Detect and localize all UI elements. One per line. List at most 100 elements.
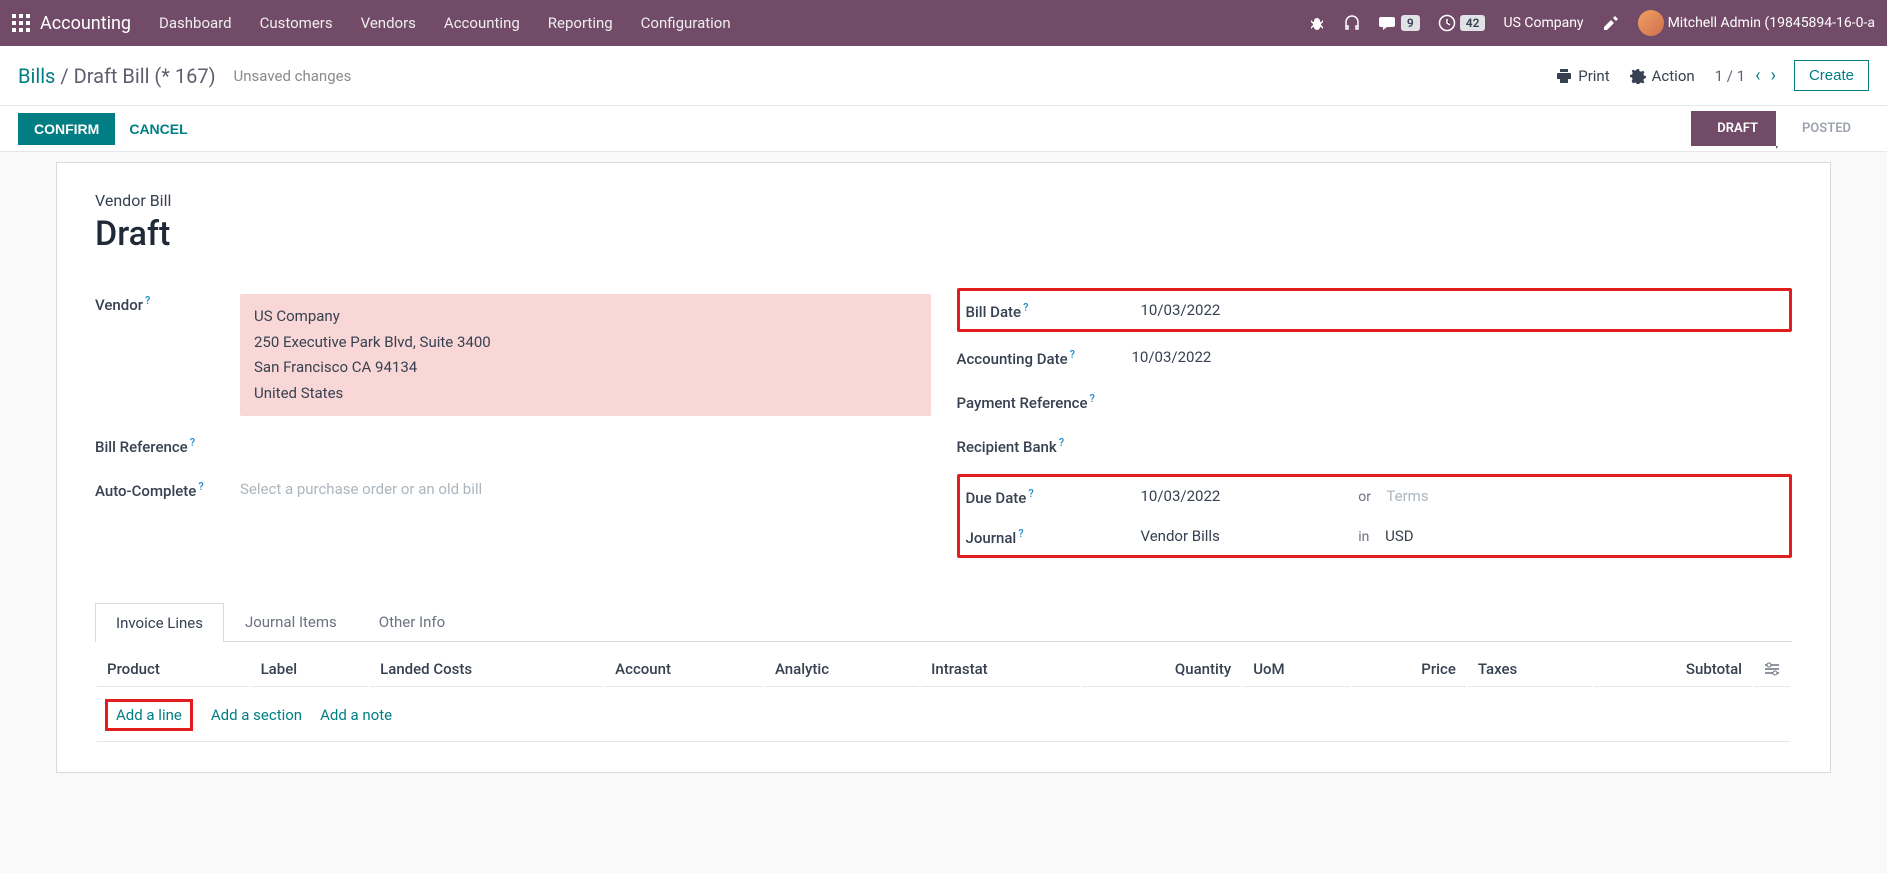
form-sheet: Vendor Bill Draft Vendor? US Company 250…	[56, 162, 1831, 773]
journal-value[interactable]: Vendor Bills in USD	[1141, 521, 1784, 545]
status-stages: DRAFT POSTED	[1691, 111, 1869, 146]
confirm-button[interactable]: CONFIRM	[18, 113, 115, 145]
breadcrumb: Bills / Draft Bill (* 167)	[18, 64, 216, 88]
form-right-column: Bill Date? 10/03/2022 Accounting Date? 1…	[957, 288, 1793, 568]
vendor-value[interactable]: US Company 250 Executive Park Blvd, Suit…	[240, 294, 931, 416]
journal-label: Journal?	[966, 521, 1141, 547]
recipient-bank-label: Recipient Bank?	[957, 430, 1132, 456]
add-line-link[interactable]: Add a line	[116, 706, 182, 724]
col-label[interactable]: Label	[251, 652, 369, 687]
menu-vendors[interactable]: Vendors	[361, 14, 416, 32]
menu-customers[interactable]: Customers	[260, 14, 333, 32]
pager: 1 / 1 ‹ ›	[1715, 65, 1776, 86]
breadcrumb-current: Draft Bill (* 167)	[74, 64, 216, 88]
user-menu[interactable]: Mitchell Admin (19845894-16-0-a	[1638, 10, 1875, 36]
invoice-lines-table: Product Label Landed Costs Account Analy…	[95, 650, 1792, 744]
tools-icon[interactable]	[1602, 14, 1620, 32]
field-vendor: Vendor? US Company 250 Executive Park Bl…	[95, 288, 931, 416]
accounting-date-label: Accounting Date?	[957, 342, 1132, 368]
unsaved-indicator: Unsaved changes	[234, 67, 352, 85]
create-button[interactable]: Create	[1794, 60, 1869, 91]
avatar	[1638, 10, 1664, 36]
tab-invoice-lines[interactable]: Invoice Lines	[95, 603, 224, 642]
bill-date-label: Bill Date?	[966, 295, 1141, 321]
menu-dashboard[interactable]: Dashboard	[159, 14, 232, 32]
due-date-label: Due Date?	[966, 481, 1141, 507]
col-subtotal[interactable]: Subtotal	[1594, 652, 1752, 687]
vendor-name: US Company	[254, 304, 917, 330]
bill-date-value[interactable]: 10/03/2022	[1141, 295, 1784, 319]
support-icon[interactable]	[1343, 14, 1361, 32]
print-button[interactable]: Print	[1556, 67, 1609, 85]
vendor-country: United States	[254, 381, 917, 407]
due-date-value[interactable]: 10/03/2022 or Terms	[1141, 481, 1784, 505]
tab-journal-items[interactable]: Journal Items	[224, 602, 358, 641]
accounting-date-value[interactable]: 10/03/2022	[1132, 342, 1793, 366]
field-payment-reference: Payment Reference?	[957, 386, 1793, 416]
currency-value[interactable]: USD	[1385, 527, 1413, 545]
stage-draft[interactable]: DRAFT	[1691, 111, 1776, 146]
field-recipient-bank: Recipient Bank?	[957, 430, 1793, 460]
messages-icon[interactable]: 9	[1379, 15, 1420, 31]
doc-title: Draft	[95, 214, 1792, 254]
vendor-city: San Francisco CA 94134	[254, 355, 917, 381]
company-switcher[interactable]: US Company	[1503, 15, 1583, 31]
col-analytic[interactable]: Analytic	[765, 652, 919, 687]
vendor-street: 250 Executive Park Blvd, Suite 3400	[254, 330, 917, 356]
field-bill-date: Bill Date? 10/03/2022	[966, 295, 1784, 325]
col-landed[interactable]: Landed Costs	[370, 652, 603, 687]
top-nav: Accounting Dashboard Customers Vendors A…	[0, 0, 1887, 46]
col-options[interactable]	[1754, 652, 1790, 687]
menu-accounting[interactable]: Accounting	[444, 14, 520, 32]
messages-badge: 9	[1401, 15, 1420, 31]
payment-reference-value[interactable]	[1132, 386, 1793, 392]
menu-configuration[interactable]: Configuration	[641, 14, 731, 32]
pager-text: 1 / 1	[1715, 67, 1746, 85]
cancel-button[interactable]: CANCEL	[115, 113, 201, 145]
col-intrastat[interactable]: Intrastat	[921, 652, 1080, 687]
breadcrumb-parent[interactable]: Bills	[18, 64, 55, 88]
app-title[interactable]: Accounting	[40, 13, 131, 34]
pager-prev[interactable]: ‹	[1755, 65, 1760, 86]
col-price[interactable]: Price	[1352, 652, 1466, 687]
field-autocomplete: Auto-Complete? Select a purchase order o…	[95, 474, 931, 504]
highlight-add-line: Add a line	[105, 699, 193, 731]
col-taxes[interactable]: Taxes	[1468, 652, 1592, 687]
autocomplete-input[interactable]: Select a purchase order or an old bill	[240, 474, 931, 498]
pager-next[interactable]: ›	[1771, 65, 1776, 86]
stage-posted[interactable]: POSTED	[1776, 111, 1869, 146]
vendor-label: Vendor?	[95, 288, 240, 314]
status-bar: CONFIRM CANCEL DRAFT POSTED	[0, 106, 1887, 152]
tabs: Invoice Lines Journal Items Other Info	[95, 602, 1792, 642]
main-menu: Dashboard Customers Vendors Accounting R…	[159, 14, 1309, 32]
print-icon	[1556, 68, 1572, 84]
action-button[interactable]: Action	[1630, 67, 1695, 85]
recipient-bank-value[interactable]	[1132, 430, 1793, 436]
field-journal: Journal? Vendor Bills in USD	[966, 521, 1784, 551]
menu-reporting[interactable]: Reporting	[548, 14, 613, 32]
col-uom[interactable]: UoM	[1243, 652, 1350, 687]
add-section-link[interactable]: Add a section	[211, 706, 302, 724]
control-bar: Bills / Draft Bill (* 167) Unsaved chang…	[0, 46, 1887, 106]
add-note-link[interactable]: Add a note	[320, 706, 392, 724]
form-left-column: Vendor? US Company 250 Executive Park Bl…	[95, 288, 931, 568]
nav-right: 9 42 US Company Mitchell Admin (19845894…	[1309, 10, 1875, 36]
col-product[interactable]: Product	[97, 652, 249, 687]
doc-type: Vendor Bill	[95, 191, 1792, 210]
gear-icon	[1630, 68, 1646, 84]
activities-icon[interactable]: 42	[1438, 14, 1486, 32]
col-account[interactable]: Account	[605, 652, 763, 687]
terms-input[interactable]: Terms	[1386, 487, 1428, 505]
apps-icon[interactable]	[12, 14, 30, 32]
highlight-bill-date: Bill Date? 10/03/2022	[957, 288, 1793, 332]
tab-other-info[interactable]: Other Info	[358, 602, 466, 641]
activities-badge: 42	[1460, 15, 1486, 31]
col-quantity[interactable]: Quantity	[1082, 652, 1241, 687]
field-bill-reference: Bill Reference?	[95, 430, 931, 460]
field-due-date: Due Date? 10/03/2022 or Terms	[966, 481, 1784, 511]
bill-reference-value[interactable]	[240, 430, 931, 436]
options-icon[interactable]	[1764, 662, 1780, 676]
debug-icon[interactable]	[1309, 15, 1325, 31]
bill-reference-label: Bill Reference?	[95, 430, 240, 456]
autocomplete-label: Auto-Complete?	[95, 474, 240, 500]
